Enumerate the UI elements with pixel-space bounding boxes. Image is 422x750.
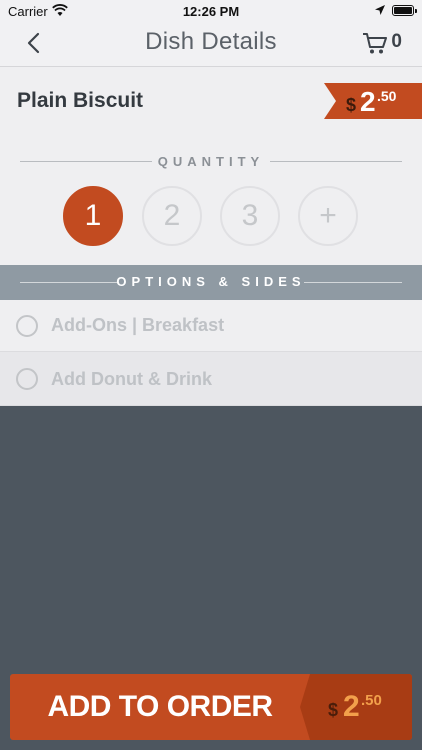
- location-arrow-icon: [375, 5, 385, 15]
- cart-count-badge[interactable]: 0: [391, 31, 402, 53]
- quantity-option-2[interactable]: 2: [142, 186, 202, 246]
- radio-circle-icon[interactable]: [16, 368, 38, 390]
- price-currency: $: [346, 95, 357, 115]
- status-bar: Carrier 12:26 PM: [0, 0, 422, 22]
- quantity-option-1[interactable]: 1: [63, 186, 123, 246]
- option-label: Add Donut & Drink: [51, 369, 212, 389]
- add-to-order-label: ADD TO ORDER: [47, 690, 273, 723]
- battery-icon: [392, 5, 417, 16]
- dish-section: Plain Biscuit $ 2 .50 QUANTITY 1 2 3 +: [0, 67, 422, 265]
- price-tag: $ 2 .50: [324, 83, 422, 119]
- option-row-add-ons-breakfast[interactable]: Add-Ons | Breakfast: [0, 300, 422, 352]
- price-cents: .50: [377, 88, 397, 104]
- options-sides-header: OPTIONS & SIDES: [0, 265, 422, 300]
- price-dollars: 2: [360, 86, 376, 117]
- dish-name: Plain Biscuit: [17, 89, 144, 112]
- navigation-bar: Dish Details 0: [0, 22, 422, 67]
- order-price-currency: $: [328, 700, 339, 720]
- quantity-option-3[interactable]: 3: [220, 186, 280, 246]
- cart-icon[interactable]: [362, 31, 388, 55]
- order-price-dollars: 2: [343, 690, 360, 723]
- options-divider-right: [304, 282, 402, 283]
- quantity-divider-right: [270, 161, 402, 162]
- order-price-cents: .50: [361, 692, 382, 709]
- add-to-order-button[interactable]: ADD TO ORDER $ 2 .50: [10, 674, 412, 740]
- radio-circle-icon[interactable]: [16, 315, 38, 337]
- quantity-more-button[interactable]: +: [298, 186, 358, 246]
- status-time: 12:26 PM: [182, 4, 240, 19]
- option-row-add-donut-drink[interactable]: Add Donut & Drink: [0, 352, 422, 406]
- add-to-order-price: $ 2 .50: [300, 674, 412, 740]
- page-title: Dish Details: [145, 28, 277, 55]
- option-label: Add-Ons | Breakfast: [51, 315, 225, 335]
